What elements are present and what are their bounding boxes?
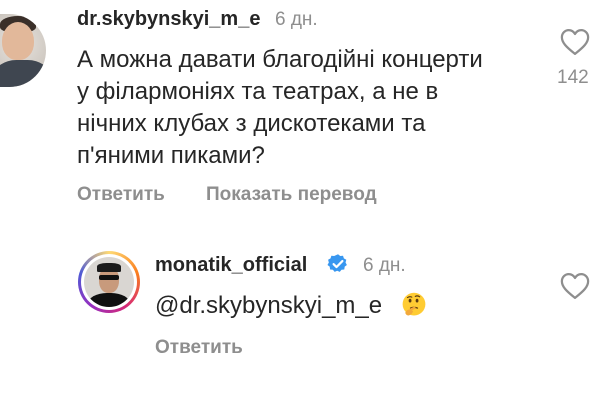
comment-timestamp: 6 дн.	[275, 9, 318, 30]
comment-text-line: у філармоніях та театрах, а не в	[77, 78, 439, 105]
show-translation-button[interactable]: Показать перевод	[206, 184, 377, 206]
comment-text-line: А можна давати благодійні концерти	[77, 46, 483, 73]
reply-button[interactable]: Ответить	[155, 337, 243, 359]
verified-badge-icon	[327, 254, 347, 272]
mention-link[interactable]: @dr.skybynskyi_m_e	[155, 292, 382, 319]
heart-outline-icon[interactable]	[560, 28, 590, 56]
comment-username[interactable]: dr.skybynskyi_m_e	[77, 8, 260, 31]
comment-text-line: нічних клубах з дискотеками та	[77, 110, 426, 137]
reply-username[interactable]: monatik_official	[155, 254, 307, 277]
avatar-body	[88, 293, 130, 307]
avatar-story-ring[interactable]	[78, 251, 140, 313]
avatar-glasses	[99, 275, 119, 280]
comment-text-line: п'яними пиками?	[77, 142, 265, 169]
reply-timestamp: 6 дн.	[363, 255, 406, 276]
comment-item: dr.skybynskyi_m_e 6 дн. А можна давати б…	[0, 0, 600, 225]
avatar-face	[2, 22, 34, 60]
avatar-shirt	[0, 60, 46, 87]
reply-button[interactable]: Ответить	[77, 184, 165, 206]
reply-text: @dr.skybynskyi_m_e	[155, 290, 382, 322]
heart-outline-icon[interactable]	[560, 272, 590, 300]
avatar[interactable]	[0, 14, 46, 87]
avatar-ring-gap	[81, 254, 137, 310]
avatar-cap	[97, 263, 121, 272]
comments-screen: dr.skybynskyi_m_e 6 дн. А можна давати б…	[0, 0, 600, 400]
thinking-face-emoji	[402, 292, 426, 316]
comment-text: А можна давати благодійні концерти у філ…	[77, 44, 483, 172]
avatar	[84, 257, 134, 307]
like-count: 142	[557, 67, 589, 88]
